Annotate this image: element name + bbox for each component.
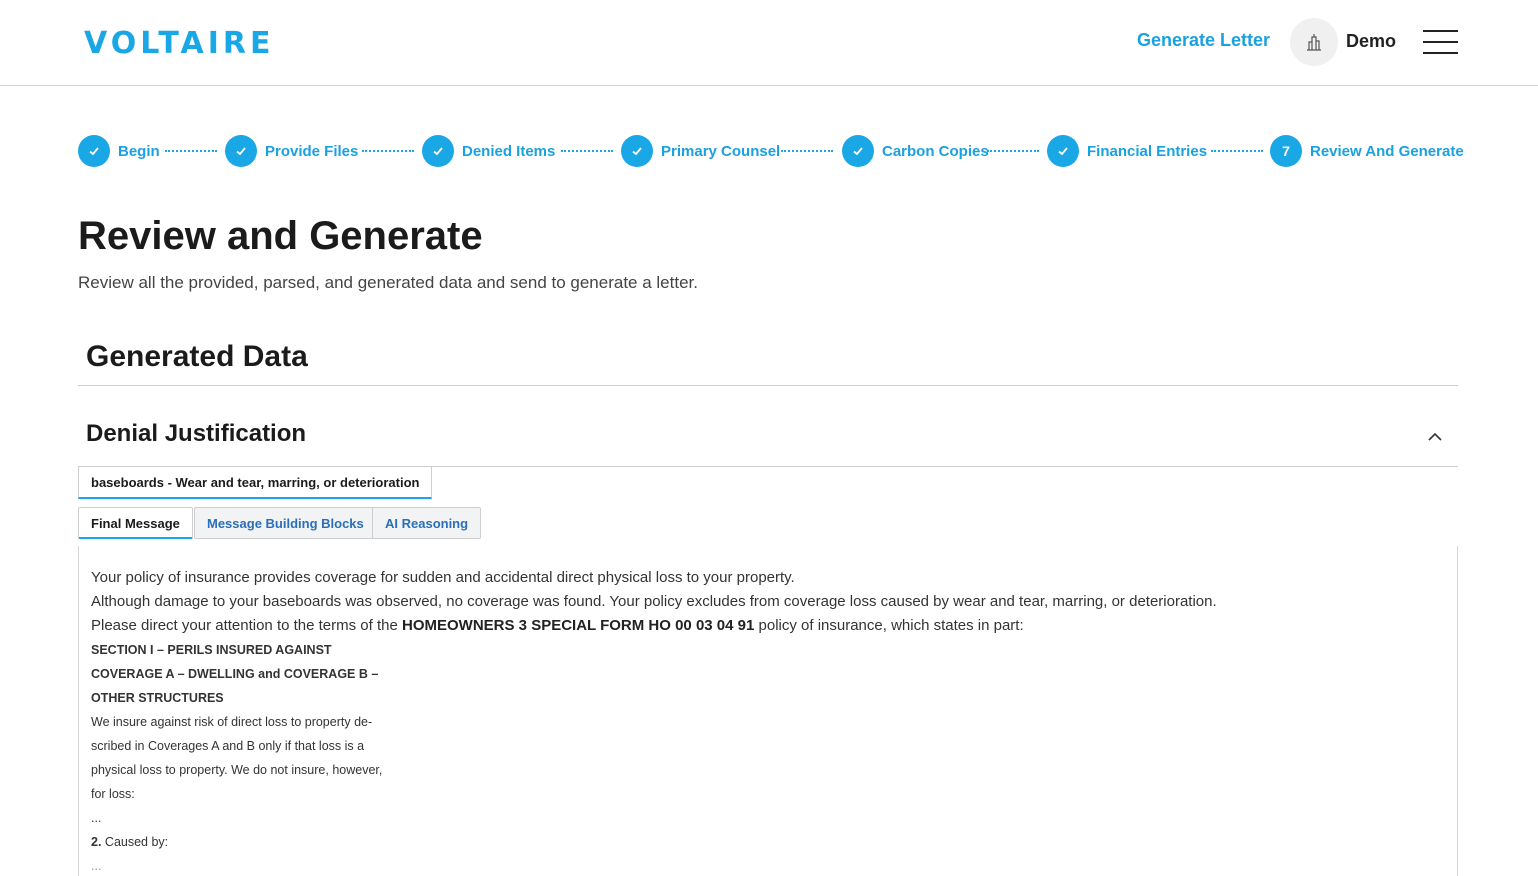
top-header: VOLTAIRE Generate Letter Demo	[0, 0, 1538, 86]
message-line: Your policy of insurance provides covera…	[91, 569, 795, 586]
progress-stepper: Begin Provide Files Denied Items Primary…	[78, 135, 1464, 167]
message-line: Although damage to your baseboards was o…	[91, 593, 1217, 610]
check-icon	[1047, 135, 1079, 167]
tab-ai-reasoning[interactable]: AI Reasoning	[372, 507, 482, 539]
policy-item-text: Caused by:	[101, 835, 169, 849]
policy-coverage-heading: COVERAGE A – DWELLING and COVERAGE B –	[91, 667, 379, 681]
message-line: Please direct your attention to the term…	[91, 614, 1445, 638]
message-text: policy of insurance, which states in par…	[754, 617, 1024, 634]
policy-form-name: HOMEOWNERS 3 SPECIAL FORM HO 00 03 04 91	[402, 617, 755, 634]
user-name[interactable]: Demo	[1346, 31, 1396, 52]
policy-ellipsis: ...	[91, 811, 102, 825]
step-primary-counsel[interactable]: Primary Counsel	[621, 135, 780, 167]
check-icon	[78, 135, 110, 167]
policy-item: 2. Caused by:	[91, 830, 1445, 854]
final-message-panel: Your policy of insurance provides covera…	[78, 546, 1458, 876]
policy-section-heading: SECTION I – PERILS INSURED AGAINST	[91, 643, 332, 657]
check-icon	[422, 135, 454, 167]
step-carbon-copies[interactable]: Carbon Copies	[842, 135, 989, 167]
page-title: Review and Generate	[78, 214, 483, 258]
step-label: Review And Generate	[1310, 142, 1464, 160]
check-icon	[842, 135, 874, 167]
step-label: Begin	[118, 142, 160, 160]
check-icon	[621, 135, 653, 167]
denial-justification-heading[interactable]: Denial Justification	[86, 420, 306, 448]
step-begin[interactable]: Begin	[78, 135, 160, 167]
policy-item-number: 2.	[91, 835, 102, 849]
tab-message-building-blocks[interactable]: Message Building Blocks	[194, 507, 377, 539]
step-connector	[561, 150, 613, 152]
check-icon	[225, 135, 257, 167]
step-number: 7	[1270, 135, 1302, 167]
policy-text: physical loss to property. We do not ins…	[91, 763, 383, 777]
step-label: Denied Items	[462, 142, 556, 160]
policy-text: scribed in Coverages A and B only if tha…	[91, 739, 365, 753]
step-connector	[362, 150, 414, 152]
step-connector	[1211, 150, 1263, 152]
message-text: Please direct your attention to the term…	[91, 617, 403, 634]
building-icon	[1307, 34, 1321, 51]
step-financial-entries[interactable]: Financial Entries	[1047, 135, 1207, 167]
generated-data-heading: Generated Data	[86, 340, 308, 373]
step-provide-files[interactable]: Provide Files	[225, 135, 358, 167]
step-label: Primary Counsel	[661, 142, 781, 160]
step-review-and-generate[interactable]: 7 Review And Generate	[1270, 135, 1464, 167]
denied-item-tab[interactable]: baseboards - Wear and tear, marring, or …	[78, 467, 433, 499]
chevron-up-icon[interactable]	[1426, 430, 1444, 444]
generate-letter-link[interactable]: Generate Letter	[1137, 30, 1270, 51]
step-label: Financial Entries	[1087, 142, 1208, 160]
avatar[interactable]	[1290, 18, 1338, 66]
hamburger-menu-icon[interactable]	[1423, 30, 1458, 54]
policy-coverage-heading: OTHER STRUCTURES	[91, 691, 224, 705]
divider	[78, 385, 1458, 386]
policy-text: for loss:	[91, 787, 135, 801]
step-connector	[781, 150, 833, 152]
step-connector	[987, 150, 1039, 152]
step-denied-items[interactable]: Denied Items	[422, 135, 555, 167]
policy-text: We insure against risk of direct loss to…	[91, 715, 373, 729]
page-subtitle: Review all the provided, parsed, and gen…	[78, 273, 698, 292]
step-label: Carbon Copies	[882, 142, 989, 160]
policy-ellipsis: ...	[91, 859, 102, 873]
voltaire-logo[interactable]: VOLTAIRE	[84, 26, 274, 61]
step-label: Provide Files	[265, 142, 359, 160]
step-connector	[165, 150, 217, 152]
tab-final-message[interactable]: Final Message	[78, 507, 193, 539]
